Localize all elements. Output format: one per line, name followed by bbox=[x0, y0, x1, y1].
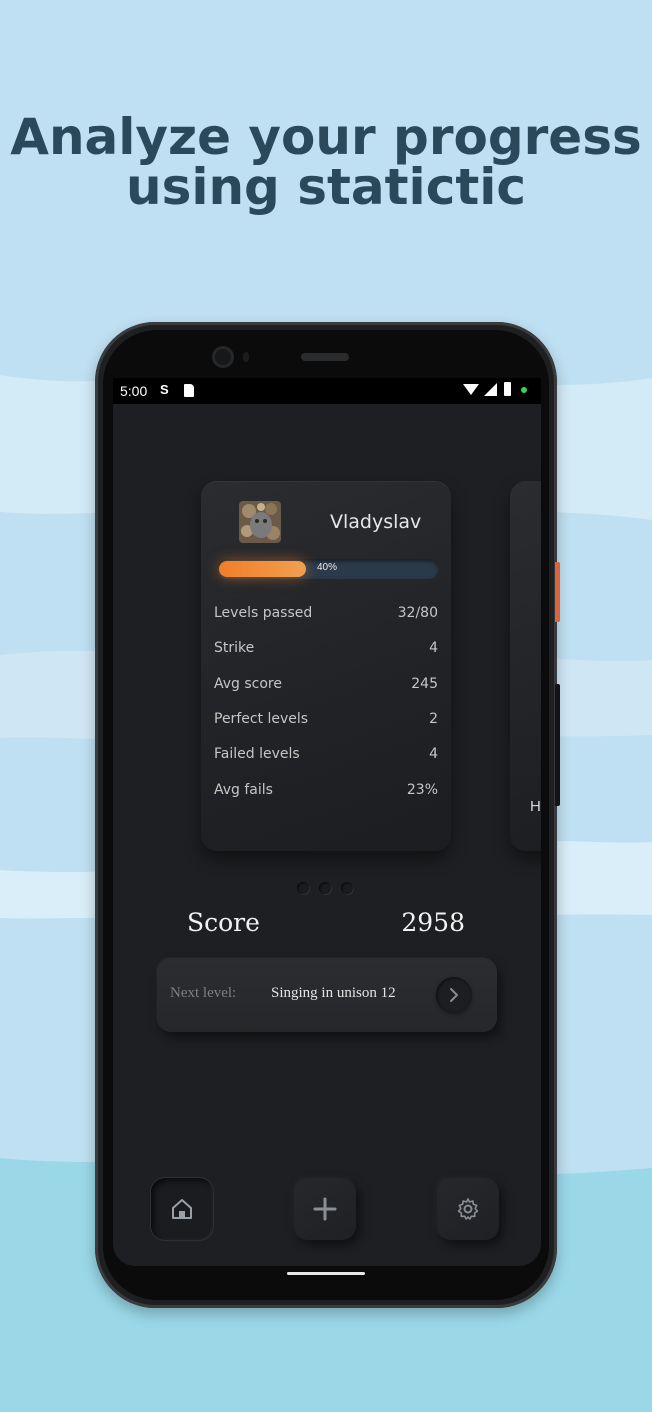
home-icon bbox=[172, 1199, 192, 1219]
avatar bbox=[239, 501, 281, 543]
battery-icon bbox=[504, 382, 511, 396]
stat-value: 2 bbox=[429, 710, 438, 727]
stat-value: 23% bbox=[406, 781, 438, 798]
next-level-panel[interactable]: Next level: Singing in unison 12 bbox=[157, 958, 497, 1032]
stat-label: Levels passed bbox=[214, 605, 313, 621]
progress-fill bbox=[219, 561, 307, 577]
stat-value: 32/80 bbox=[397, 605, 438, 621]
home-indicator[interactable] bbox=[287, 1272, 365, 1275]
stat-label: Perfect levels bbox=[214, 710, 309, 727]
status-time: 5:00 bbox=[120, 383, 148, 399]
headline-line-1: Analyze your progress bbox=[10, 108, 642, 166]
headline-line-2: using statictic bbox=[125, 158, 527, 216]
next-level-label: Next level: bbox=[170, 985, 237, 1001]
stat-label: Avg fails bbox=[214, 781, 273, 798]
chevron-right-icon bbox=[450, 988, 458, 1002]
page-indicator bbox=[297, 881, 363, 899]
nav-settings-button[interactable] bbox=[437, 1178, 499, 1240]
privacy-indicator-icon bbox=[521, 387, 527, 393]
gear-icon bbox=[457, 1198, 479, 1220]
wifi-icon bbox=[463, 384, 479, 395]
next-card-letter: H bbox=[530, 798, 541, 815]
earpiece-speaker bbox=[301, 353, 349, 361]
stat-label: Strike bbox=[214, 640, 255, 657]
stat-row: Failed levels 4 bbox=[214, 746, 438, 766]
stat-row: Avg fails 23% bbox=[214, 782, 438, 802]
app-screen: 5:00 S Vladyslav 40% Levels passed 32/80… bbox=[113, 378, 541, 1266]
signal-icon bbox=[484, 383, 497, 396]
status-bar: 5:00 S bbox=[113, 378, 541, 404]
stat-row: Levels passed 32/80 bbox=[214, 605, 438, 625]
score-value: 2958 bbox=[401, 908, 465, 937]
volume-button bbox=[555, 684, 560, 806]
next-level-name: Singing in unison 12 bbox=[271, 985, 396, 1001]
plus-icon bbox=[313, 1197, 337, 1221]
stat-row: Perfect levels 2 bbox=[214, 711, 438, 731]
status-app-icon: S bbox=[160, 382, 169, 397]
progress-bar: 40% bbox=[217, 559, 439, 579]
page-dot[interactable] bbox=[341, 882, 353, 894]
next-card-peek[interactable]: H bbox=[510, 481, 541, 851]
stat-value: 4 bbox=[429, 640, 438, 657]
score-label: Score bbox=[187, 908, 260, 937]
sensor bbox=[243, 352, 249, 362]
profile-stats-card[interactable]: Vladyslav 40% Levels passed 32/80 Strike 4 A… bbox=[201, 481, 451, 851]
front-camera bbox=[212, 346, 234, 368]
nav-home-button[interactable] bbox=[151, 1178, 213, 1240]
page-dot[interactable] bbox=[319, 882, 331, 894]
stat-value: 245 bbox=[411, 675, 438, 692]
stat-label: Failed levels bbox=[214, 746, 300, 763]
username: Vladyslav bbox=[330, 511, 422, 533]
stat-label: Avg score bbox=[214, 675, 282, 692]
headline: Analyze your progress using statictic bbox=[0, 112, 652, 212]
next-level-button[interactable] bbox=[436, 977, 472, 1013]
page-dot[interactable] bbox=[297, 882, 309, 894]
power-button bbox=[555, 562, 560, 622]
nav-add-button[interactable] bbox=[294, 1178, 356, 1240]
progress-label: 40% bbox=[317, 562, 338, 573]
stat-row: Strike 4 bbox=[214, 640, 438, 660]
stat-row: Avg score 245 bbox=[214, 676, 438, 696]
stat-value: 4 bbox=[429, 746, 438, 763]
sd-card-icon bbox=[184, 384, 194, 397]
